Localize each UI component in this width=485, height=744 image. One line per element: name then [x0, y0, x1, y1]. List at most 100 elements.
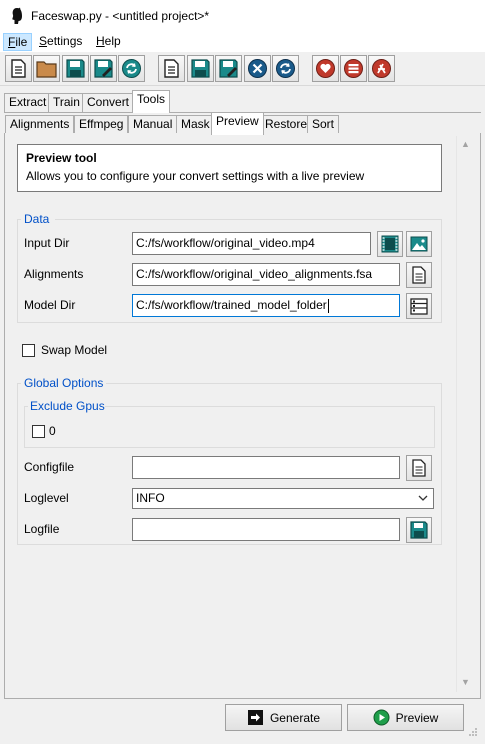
faceswap-logo-icon [12, 7, 22, 24]
generate-label: Generate [269, 710, 321, 725]
github-button[interactable] [368, 55, 395, 82]
resize-grip-icon[interactable] [468, 727, 478, 737]
exclude-gpu-0-checkbox[interactable] [32, 425, 45, 438]
reload-tab-button[interactable] [272, 55, 299, 82]
logfile-save-button[interactable] [406, 517, 432, 543]
new-project-button[interactable] [5, 55, 32, 82]
folder-list-icon [410, 298, 428, 315]
exclude-gpu-0-label: 0 [49, 424, 56, 438]
play-icon [373, 709, 390, 726]
scroll-down-icon[interactable]: ▼ [461, 678, 470, 687]
configfile-label: Configfile [24, 460, 75, 474]
menu-file[interactable]: File [3, 33, 33, 51]
tools-tab-bar: Alignments Effmpeg Manual Mask Preview R… [4, 112, 481, 135]
loglevel-select[interactable]: INFO [132, 488, 434, 509]
model-dir-folder-button[interactable] [406, 293, 432, 319]
save-as-icon [219, 59, 238, 78]
action-bar: Generate Preview [4, 699, 481, 740]
image-file-icon [410, 236, 428, 252]
save-as-icon [94, 59, 113, 78]
menu-bar: File Settings Help [0, 31, 485, 52]
tab-train[interactable]: Train [48, 93, 85, 112]
save-icon [66, 59, 85, 78]
donate-button[interactable] [312, 55, 339, 82]
loglevel-value: INFO [136, 491, 165, 505]
generate-button[interactable]: Generate [225, 704, 342, 731]
tab-manual[interactable]: Manual [128, 115, 178, 134]
input-dir-label: Input Dir [24, 236, 70, 250]
input-dir-image-button[interactable] [406, 231, 432, 257]
model-dir-label: Model Dir [24, 298, 76, 312]
tab-alignments[interactable]: Alignments [5, 115, 75, 134]
tab-convert[interactable]: Convert [82, 93, 135, 112]
menu-settings-rest: ettings [47, 34, 83, 48]
text-caret [327, 298, 329, 313]
menu-settings-mnemonic: S [39, 34, 48, 48]
open-folder-icon [36, 61, 57, 78]
window-title: Faceswap.py - <untitled project>* [31, 9, 210, 23]
info-heading: Preview tool [26, 151, 97, 165]
tab-mask[interactable]: Mask [176, 115, 215, 134]
model-dir-field[interactable]: C:/fs/workflow/trained_model_folder [132, 294, 400, 317]
new-tab-button[interactable] [158, 55, 185, 82]
menu-file-rest: ile [15, 35, 28, 49]
forum-button[interactable] [340, 55, 367, 82]
main-tab-bar: Extract Train Convert Tools [4, 90, 481, 113]
reload-icon [276, 59, 295, 78]
alignments-field[interactable]: C:/fs/workflow/original_video_alignments… [132, 263, 400, 286]
save-project-as-button[interactable] [90, 55, 117, 82]
tab-extract[interactable]: Extract [4, 93, 52, 112]
document-icon [412, 266, 426, 284]
info-description: Allows you to configure your convert set… [26, 169, 365, 183]
info-box: Preview tool Allows you to configure you… [17, 144, 442, 192]
model-dir-value: C:/fs/workflow/trained_model_folder [136, 298, 327, 312]
save-icon [191, 59, 210, 78]
alignments-label: Alignments [24, 267, 84, 281]
document-icon [412, 459, 426, 477]
donate-icon [316, 59, 335, 78]
save-tab-as-button[interactable] [215, 55, 242, 82]
chevron-down-icon [418, 495, 428, 501]
save-project-button[interactable] [62, 55, 89, 82]
vertical-scrollbar[interactable]: ▲ ▼ [456, 136, 473, 692]
tab-sort[interactable]: Sort [307, 115, 340, 134]
save-tab-button[interactable] [187, 55, 214, 82]
swap-model-label: Swap Model [41, 343, 108, 357]
tab-preview[interactable]: Preview [211, 112, 264, 135]
preview-tool-panel: Preview tool Allows you to configure you… [4, 133, 481, 699]
clear-tab-button[interactable] [244, 55, 271, 82]
exclude-gpus-group [24, 406, 435, 448]
loglevel-label: Loglevel [24, 491, 69, 505]
menu-settings[interactable]: Settings [35, 33, 86, 51]
tab-tools[interactable]: Tools [132, 90, 171, 113]
video-file-icon [381, 235, 399, 253]
input-dir-video-button[interactable] [377, 231, 403, 257]
swap-model-checkbox[interactable] [22, 344, 35, 357]
logfile-field[interactable] [132, 518, 400, 541]
configfile-field[interactable] [132, 456, 400, 479]
logfile-label: Logfile [24, 522, 60, 536]
preview-button[interactable]: Preview [347, 704, 464, 731]
generate-icon [247, 710, 263, 725]
input-dir-field[interactable]: C:/fs/workflow/original_video.mp4 [132, 232, 371, 255]
menu-help-mnemonic: H [96, 34, 105, 48]
toolbar [0, 52, 485, 86]
new-document-icon [164, 59, 179, 78]
github-icon [372, 59, 391, 78]
title-bar: Faceswap.py - <untitled project>* [0, 0, 485, 31]
menu-help[interactable]: Help [92, 33, 125, 51]
close-circle-icon [248, 59, 267, 78]
configfile-browse-button[interactable] [406, 455, 432, 481]
preview-label: Preview [395, 710, 439, 725]
reload-project-button[interactable] [118, 55, 145, 82]
open-project-button[interactable] [33, 55, 60, 82]
scroll-up-icon[interactable]: ▲ [461, 140, 470, 149]
reload-icon [122, 59, 141, 78]
alignments-file-button[interactable] [406, 262, 432, 288]
list-icon [344, 59, 363, 78]
menu-help-rest: elp [104, 34, 121, 48]
tab-effmpeg[interactable]: Effmpeg [74, 115, 129, 134]
save-icon [410, 521, 428, 539]
tab-restore[interactable]: Restore [260, 115, 313, 134]
new-document-icon [11, 59, 26, 78]
